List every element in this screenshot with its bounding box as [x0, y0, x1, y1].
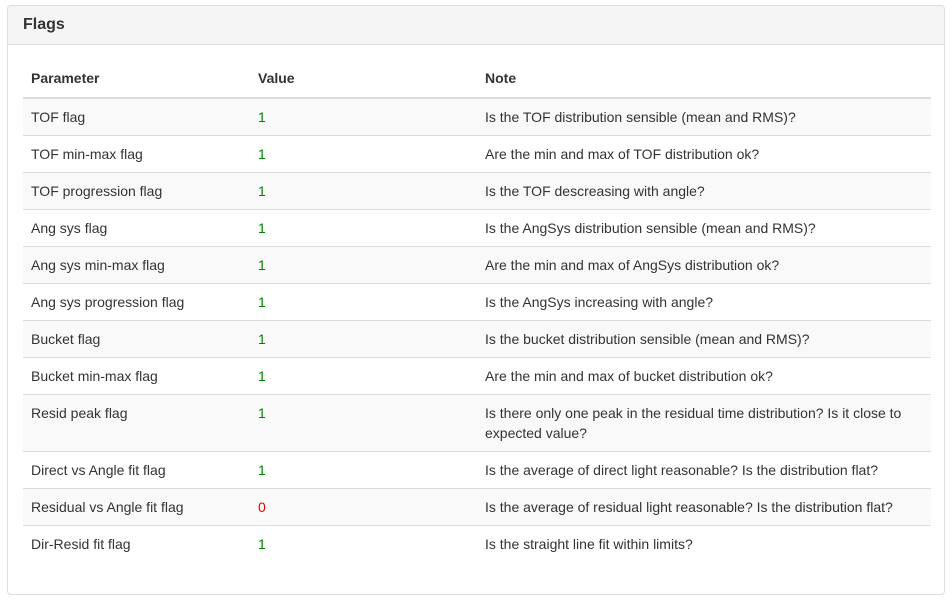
table-row: Ang sys progression flag 1 Is the AngSys i… — [23, 283, 931, 321]
value-cell: 1 — [250, 394, 477, 452]
table-row: Bucket flag 1 Is the bucket distribution s… — [23, 320, 931, 358]
parameter-cell: Ang sys min-max flag — [23, 246, 250, 284]
flags-panel: Flags Parameter Value Note TOF flag 1 Is t… — [7, 5, 945, 595]
parameter-cell: Bucket flag — [23, 320, 250, 358]
value-cell: 1 — [250, 172, 477, 210]
table-row: Ang sys min-max flag 1 Are the min and max… — [23, 246, 931, 284]
table-body: TOF flag 1 Is the TOF distribution sensibl… — [23, 98, 931, 562]
note-cell: Is the AngSys increasing with angle? — [477, 283, 931, 321]
column-header-parameter: Parameter — [23, 60, 250, 99]
table-row: TOF flag 1 Is the TOF distribution sensibl… — [23, 98, 931, 136]
value-cell: 0 — [250, 488, 477, 526]
table-row: Residual vs Angle fit flag 0 Is the averag… — [23, 488, 931, 526]
parameter-cell: Ang sys progression flag — [23, 283, 250, 321]
parameter-cell: Dir-Resid fit flag — [23, 525, 250, 562]
note-cell: Is the TOF descreasing with angle? — [477, 172, 931, 210]
note-cell: Are the min and max of AngSys distributi… — [477, 246, 931, 284]
note-cell: Is the average of residual light reasona… — [477, 488, 931, 526]
parameter-cell: Residual vs Angle fit flag — [23, 488, 250, 526]
value-cell: 1 — [250, 98, 477, 136]
parameter-cell: Bucket min-max flag — [23, 357, 250, 395]
table-header-row: Parameter Value Note — [23, 60, 931, 99]
parameter-cell: Resid peak flag — [23, 394, 250, 452]
note-cell: Are the min and max of bucket distributi… — [477, 357, 931, 395]
value-cell: 1 — [250, 320, 477, 358]
note-cell: Is there only one peak in the residual t… — [477, 394, 931, 452]
panel-heading: Flags — [8, 6, 944, 45]
column-header-value: Value — [250, 60, 477, 99]
value-cell: 1 — [250, 209, 477, 247]
parameter-cell: Direct vs Angle fit flag — [23, 451, 250, 489]
parameter-cell: TOF min-max flag — [23, 135, 250, 173]
table-row: Bucket min-max flag 1 Are the min and max … — [23, 357, 931, 395]
table-row: Direct vs Angle fit flag 1 Is the average … — [23, 451, 931, 489]
table-row: TOF min-max flag 1 Are the min and max of … — [23, 135, 931, 173]
parameter-cell: TOF progression flag — [23, 172, 250, 210]
note-cell: Are the min and max of TOF distribution … — [477, 135, 931, 173]
table-row: Ang sys flag 1 Is the AngSys distribution … — [23, 209, 931, 247]
panel-title: Flags — [23, 16, 65, 33]
value-cell: 1 — [250, 451, 477, 489]
table-row: Resid peak flag 1 Is there only one peak i… — [23, 394, 931, 452]
parameter-cell: Ang sys flag — [23, 209, 250, 247]
table-row: Dir-Resid fit flag 1 Is the straight line … — [23, 525, 931, 562]
note-cell: Is the average of direct light reasonabl… — [477, 451, 931, 489]
panel-body: Parameter Value Note TOF flag 1 Is the TOF… — [8, 45, 944, 562]
value-cell: 1 — [250, 246, 477, 284]
table-row: TOF progression flag 1 Is the TOF descreas… — [23, 172, 931, 210]
note-cell: Is the straight line fit within limits? — [477, 525, 931, 562]
value-cell: 1 — [250, 283, 477, 321]
value-cell: 1 — [250, 357, 477, 395]
note-cell: Is the TOF distribution sensible (mean a… — [477, 98, 931, 136]
value-cell: 1 — [250, 135, 477, 173]
value-cell: 1 — [250, 525, 477, 562]
note-cell: Is the AngSys distribution sensible (mea… — [477, 209, 931, 247]
note-cell: Is the bucket distribution sensible (mea… — [477, 320, 931, 358]
column-header-note: Note — [477, 60, 931, 99]
flags-table: Parameter Value Note TOF flag 1 Is the TOF… — [23, 60, 931, 562]
parameter-cell: TOF flag — [23, 98, 250, 136]
